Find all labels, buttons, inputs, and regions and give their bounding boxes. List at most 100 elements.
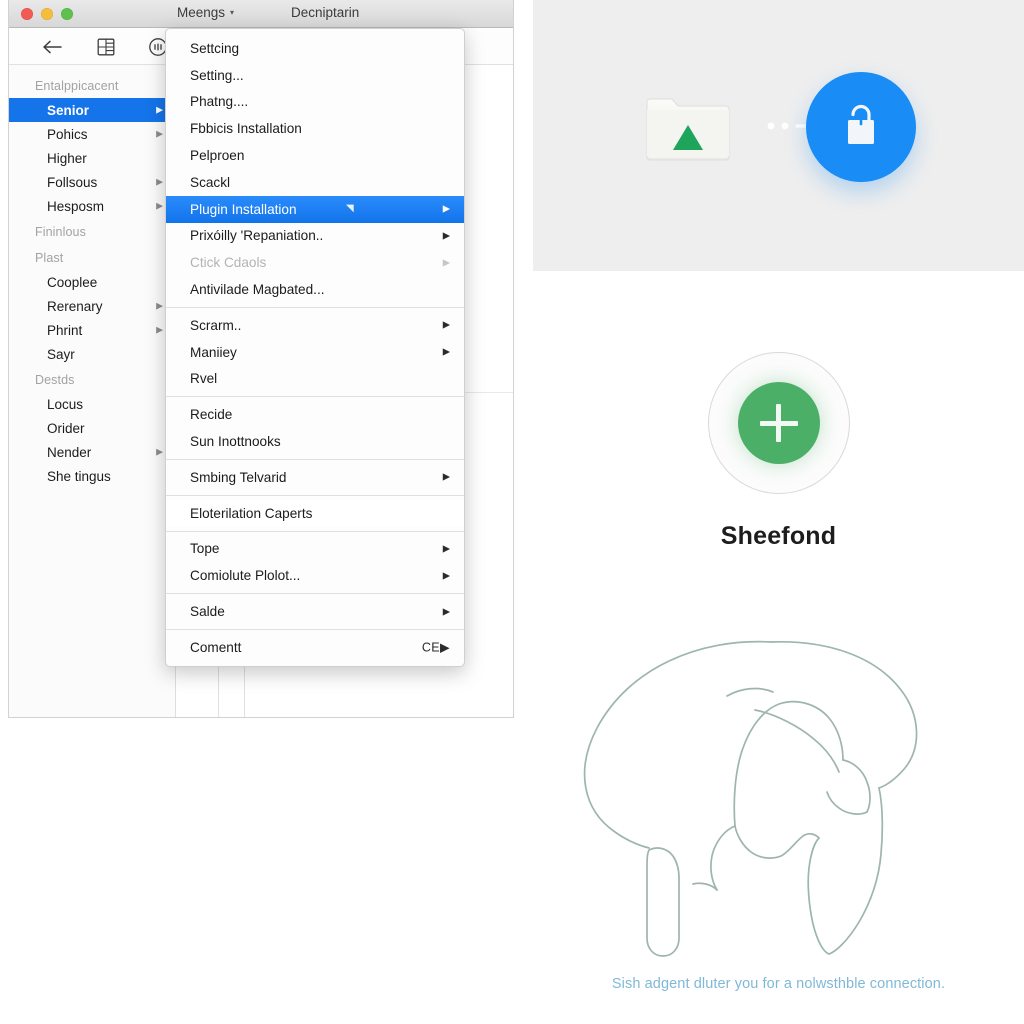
submenu-chevron-right-icon: ▶	[442, 605, 450, 617]
sidebar-item-label: Hesposm	[47, 198, 105, 214]
sidebar-item-higher[interactable]: Higher	[9, 146, 175, 170]
menu-item-sun-inottnooks[interactable]: Sun Inottnooks	[166, 428, 464, 455]
menu-item-salde[interactable]: Salde ▶	[166, 598, 464, 625]
sidebar-group-label: Fininlous	[35, 225, 86, 239]
sidebar-item-label: Senior	[47, 102, 90, 118]
menu-item-phatng[interactable]: Phatng....	[166, 89, 464, 116]
menu-item-rvel[interactable]: Rvel	[166, 366, 464, 393]
menu-item-label: Ctick Cdaols	[190, 255, 267, 271]
submenu-chevron-right-icon: ▶	[442, 569, 450, 581]
menu-item-label: Maniiey	[190, 344, 237, 360]
menu-item-antivilade-magbated[interactable]: Antivilade Magbated...	[166, 276, 464, 303]
menu-item-setting[interactable]: Setting...	[166, 62, 464, 89]
chevron-right-icon: ▶	[156, 104, 163, 115]
sidebar-item-hesposm[interactable]: Hesposm ▶	[9, 194, 175, 218]
add-item-block: Sheefond	[533, 352, 1024, 551]
menu-separator	[166, 306, 464, 308]
sidebar-item-cooplee[interactable]: Cooplee	[9, 270, 175, 294]
sidebar-item-label: Pohics	[47, 126, 88, 142]
sidebar-item-label: Rerenary	[47, 298, 103, 314]
chevron-right-icon: ▶	[156, 176, 163, 187]
menu-item-recide[interactable]: Recide	[166, 401, 464, 428]
menu-item-label: Eloterilation Caperts	[190, 505, 313, 521]
folder-with-green-triangle-icon	[643, 88, 733, 168]
menu-item-plugin-installation[interactable]: Plugin Installation ◥ ▶	[166, 195, 464, 223]
sidebar-item-label: Orider	[47, 420, 85, 436]
menu-separator	[166, 628, 464, 630]
menu-item-tope[interactable]: Tope ▶	[166, 536, 464, 563]
menu-item-eloterilation-caperts[interactable]: Eloterilation Caperts	[166, 499, 464, 527]
menu-item-label: Fbbicis Installation	[190, 121, 302, 137]
chevron-right-icon: ▶	[156, 446, 163, 457]
sidebar-group-label: Plast	[35, 251, 64, 265]
layout-grid-icon[interactable]	[93, 34, 119, 60]
menu-item-label: Phatng....	[190, 94, 249, 110]
plugin-flag-icon: ◥	[346, 203, 354, 215]
menu-item-settcing[interactable]: Settcing	[166, 35, 464, 62]
sidebar-item-senior[interactable]: Senior ▶	[9, 98, 175, 122]
sidebar: Entalppicacent Senior ▶ Pohics ▶ Higher Follso…	[9, 65, 176, 717]
menu-item-scackl[interactable]: Scackl	[166, 169, 464, 196]
menu-item-label: Smbing Telvarid	[190, 469, 287, 485]
sidebar-item-label: Follsous	[47, 174, 98, 190]
menu-item-comiolute-plolot[interactable]: Comiolute Plolot... ▶	[166, 562, 464, 589]
menu-item-label: Recide	[190, 407, 233, 423]
submenu-chevron-right-icon: ▶	[442, 346, 450, 358]
plus-in-green-circle-icon	[737, 382, 820, 464]
menu-item-scrarm[interactable]: Scrarm.. ▶	[166, 312, 464, 339]
menu-item-label: Salde	[190, 604, 225, 620]
shopping-bag-in-blue-circle-icon[interactable]	[806, 72, 916, 182]
chevron-right-icon: ▶	[156, 200, 163, 211]
context-dropdown-menu[interactable]: Settcing Setting... Phatng.... Fbbicis Inst…	[165, 28, 465, 667]
close-window-icon[interactable]	[21, 8, 33, 20]
menu-item-label: Setting...	[190, 67, 244, 83]
sidebar-item-label: Sayr	[47, 346, 75, 362]
screen-root: Meengs ▾ Decniptarin Entalppicacent Seni…	[0, 0, 1024, 1024]
sidebar-item-follsous[interactable]: Follsous ▶	[9, 170, 175, 194]
sidebar-item-phrint[interactable]: Phrint ▶	[9, 318, 175, 342]
sidebar-item-sayr[interactable]: Sayr	[9, 342, 175, 366]
chevron-right-icon: ▶	[156, 128, 163, 139]
sidebar-item-label: Nender	[47, 444, 92, 460]
menu-item-label: Plugin Installation	[190, 201, 297, 217]
menu-item-label: Scrarm..	[190, 317, 242, 333]
back-arrow-icon[interactable]	[39, 34, 65, 60]
sidebar-item-pohics[interactable]: Pohics ▶	[9, 122, 175, 146]
brain-outline-illustration	[559, 624, 989, 964]
submenu-chevron-right-icon: ▶	[442, 230, 450, 242]
chevron-right-icon: ▶	[156, 324, 163, 335]
transfer-illustration-panel	[533, 0, 1024, 271]
sidebar-item-label: Locus	[47, 396, 84, 412]
sidebar-item-nender[interactable]: Nender ▶	[9, 440, 175, 464]
menu-item-fbbicis-installation[interactable]: Fbbicis Installation	[166, 115, 464, 142]
sidebar-item-label: Phrint	[47, 322, 83, 338]
sidebar-item-locus[interactable]: Locus	[9, 392, 175, 416]
sidebar-item-label: Higher	[47, 150, 87, 166]
sidebar-item-label: Cooplee	[47, 274, 98, 290]
content-guide-line-2	[244, 665, 245, 717]
add-button[interactable]	[707, 352, 850, 494]
sidebar-item-label: She tingus	[47, 468, 111, 484]
menu-item-label: Prixóilly 'Repaniation..	[190, 228, 324, 244]
submenu-chevron-right-icon: ▶	[442, 471, 450, 483]
titlebar-menu-button[interactable]: Meengs ▾	[177, 5, 234, 20]
menu-item-label: Sun Inottnooks	[190, 434, 281, 450]
window-titlebar: Meengs ▾ Decniptarin	[9, 0, 513, 28]
menu-item-comentt[interactable]: Comentt CE▶	[166, 634, 464, 661]
menu-item-pelproen[interactable]: Pelproen	[166, 142, 464, 169]
menu-item-label: Pelproen	[190, 148, 245, 164]
menu-item-label: Tope	[190, 541, 220, 557]
menu-item-ctick-cdaols: Ctick Cdaols ▶	[166, 249, 464, 276]
sidebar-item-rerenary[interactable]: Rerenary ▶	[9, 294, 175, 318]
sidebar-group-label: Destds	[35, 373, 75, 387]
content-guide-line-1	[218, 665, 219, 717]
menu-item-smbing-telvarid[interactable]: Smbing Telvarid ▶	[166, 464, 464, 491]
menu-item-maniiey[interactable]: Maniiey ▶	[166, 339, 464, 366]
menu-separator	[166, 494, 464, 496]
sidebar-item-orider[interactable]: Orider	[9, 416, 175, 440]
menu-separator	[166, 396, 464, 398]
menu-item-prix-illy-repaniation[interactable]: Prixóilly 'Repaniation.. ▶	[166, 223, 464, 250]
sidebar-item-she-tingus[interactable]: She tingus	[9, 464, 175, 488]
zoom-window-icon[interactable]	[61, 8, 73, 20]
minimize-window-icon[interactable]	[41, 8, 53, 20]
